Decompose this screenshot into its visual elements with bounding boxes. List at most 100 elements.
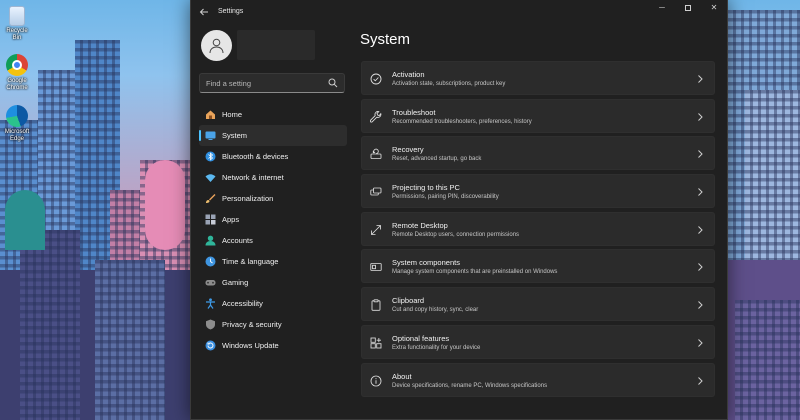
search-icon bbox=[328, 78, 338, 88]
sidebar-item-accounts[interactable]: Accounts bbox=[199, 230, 347, 251]
projector-icon bbox=[370, 187, 382, 196]
card-subtitle: Cut and copy history, sync, clear bbox=[392, 307, 479, 314]
sidebar-item-gaming[interactable]: Gaming bbox=[199, 272, 347, 293]
gamepad-icon bbox=[205, 280, 216, 286]
monitor-icon bbox=[205, 131, 216, 140]
desktop-icon-chrome[interactable]: Google Chrome bbox=[2, 54, 32, 92]
optional-features-icon bbox=[370, 337, 382, 349]
chevron-right-icon bbox=[698, 112, 703, 121]
sidebar-item-label: System bbox=[222, 131, 248, 140]
card-title: About bbox=[392, 371, 412, 381]
sidebar-item-privacy-security[interactable]: Privacy & security bbox=[199, 314, 347, 335]
shield-icon bbox=[206, 319, 215, 330]
sidebar-item-label: Time & language bbox=[222, 257, 279, 266]
sidebar-item-accessibility[interactable]: Accessibility bbox=[199, 293, 347, 314]
card-about[interactable]: About Device specifications, rename PC, … bbox=[361, 362, 715, 397]
sidebar-item-label: Home bbox=[222, 110, 243, 119]
clipboard-icon bbox=[371, 299, 381, 311]
chrome-icon bbox=[6, 54, 28, 76]
card-title: Recovery bbox=[392, 145, 424, 155]
card-remote-desktop[interactable]: Remote Desktop Remote Desktop users, con… bbox=[361, 211, 715, 246]
back-arrow-icon bbox=[199, 8, 208, 16]
chevron-right-icon bbox=[698, 188, 703, 196]
card-clipboard[interactable]: Clipboard Cut and copy history, sync, cl… bbox=[361, 287, 715, 322]
title-bar[interactable]: Settings ─ ✕ bbox=[191, 0, 727, 27]
desktop-icon-label: Microsoft Edge bbox=[4, 129, 30, 142]
desktop-icon-label: Recycle Bin bbox=[6, 28, 28, 41]
edge-icon bbox=[6, 105, 28, 127]
desktop-icon-recycle-bin[interactable]: Recycle Bin bbox=[2, 6, 32, 42]
bluetooth-icon bbox=[205, 151, 216, 162]
maximize-icon bbox=[685, 4, 691, 11]
recovery-icon bbox=[370, 149, 382, 160]
page-title: System bbox=[360, 31, 411, 48]
card-subtitle: Device specifications, rename PC, Window… bbox=[392, 382, 548, 389]
sidebar-item-personalization[interactable]: Personalization bbox=[199, 188, 347, 209]
card-subtitle: Activation state, subscriptions, product… bbox=[392, 81, 506, 87]
sidebar-item-label: Privacy & security bbox=[222, 320, 282, 329]
chevron-right-icon bbox=[698, 75, 703, 83]
wrench-icon bbox=[370, 110, 382, 123]
card-subtitle: Permissions, pairing PIN, discoverabilit… bbox=[392, 194, 499, 201]
maximize-button[interactable] bbox=[675, 0, 701, 18]
chevron-right-icon bbox=[698, 150, 703, 159]
settings-window: Settings ─ ✕ Find a setting Home System bbox=[190, 0, 728, 420]
search-placeholder: Find a setting bbox=[206, 79, 252, 88]
card-system-components[interactable]: System components Manage system componen… bbox=[361, 249, 715, 284]
sidebar-item-label: Accessibility bbox=[222, 299, 263, 308]
desktop-icon-label: Google Chrome bbox=[6, 78, 28, 91]
sidebar-item-apps[interactable]: Apps bbox=[199, 209, 347, 230]
search-input[interactable]: Find a setting bbox=[199, 73, 345, 93]
chevron-right-icon bbox=[698, 301, 703, 309]
card-title: System components bbox=[392, 258, 460, 268]
user-name-redacted bbox=[237, 30, 315, 60]
remote-desktop-icon bbox=[371, 224, 381, 235]
sidebar-item-windows-update[interactable]: Windows Update bbox=[199, 335, 347, 356]
card-activation[interactable]: Activation Activation state, subscriptio… bbox=[361, 61, 715, 95]
chevron-right-icon bbox=[698, 338, 703, 347]
person-avatar-icon bbox=[209, 38, 224, 54]
card-subtitle: Reset, advanced startup, go back bbox=[392, 156, 482, 163]
close-button[interactable]: ✕ bbox=[701, 0, 727, 18]
components-icon bbox=[370, 263, 382, 272]
sidebar-item-label: Apps bbox=[222, 215, 240, 224]
card-subtitle: Remote Desktop users, connection permiss… bbox=[392, 231, 520, 238]
card-troubleshoot[interactable]: Troubleshoot Recommended troubleshooters… bbox=[361, 98, 715, 133]
sidebar-item-label: Personalization bbox=[222, 194, 274, 203]
card-title: Troubleshoot bbox=[392, 107, 436, 117]
card-recovery[interactable]: Recovery Reset, advanced startup, go bac… bbox=[361, 136, 715, 171]
sidebar-item-label: Gaming bbox=[222, 278, 249, 287]
sidebar-item-system[interactable]: System bbox=[199, 125, 347, 146]
person-icon bbox=[205, 235, 216, 246]
sidebar-item-label: Accounts bbox=[222, 236, 253, 245]
wifi-icon bbox=[205, 174, 216, 182]
window-title: Settings bbox=[218, 8, 244, 15]
check-circle-icon bbox=[370, 73, 382, 85]
desktop-icon-edge[interactable]: Microsoft Edge bbox=[2, 105, 32, 143]
sidebar-item-time-language[interactable]: Time & language bbox=[199, 251, 347, 272]
card-subtitle: Recommended troubleshooters, preferences… bbox=[392, 118, 532, 125]
chevron-right-icon bbox=[698, 225, 703, 234]
avatar[interactable] bbox=[201, 30, 232, 61]
card-title: Projecting to this PC bbox=[392, 183, 460, 193]
sidebar-item-bluetooth[interactable]: Bluetooth & devices bbox=[199, 146, 347, 167]
card-title: Remote Desktop bbox=[392, 220, 448, 230]
card-optional-features[interactable]: Optional features Extra functionality fo… bbox=[361, 324, 715, 359]
apps-icon bbox=[205, 214, 216, 225]
sidebar-item-label: Windows Update bbox=[222, 341, 279, 350]
chevron-right-icon bbox=[698, 376, 703, 385]
back-button[interactable] bbox=[198, 7, 210, 19]
sidebar-item-network[interactable]: Network & internet bbox=[199, 167, 347, 188]
minimize-button[interactable]: ─ bbox=[649, 0, 675, 18]
sidebar-item-label: Bluetooth & devices bbox=[222, 152, 289, 161]
card-title: Activation bbox=[392, 70, 425, 79]
globe-clock-icon bbox=[205, 256, 216, 267]
card-title: Optional features bbox=[392, 333, 450, 343]
sidebar-item-home[interactable]: Home bbox=[199, 104, 347, 125]
sidebar-item-label: Network & internet bbox=[222, 173, 284, 182]
settings-list: Activation Activation state, subscriptio… bbox=[361, 61, 715, 400]
chevron-right-icon bbox=[698, 263, 703, 272]
sidebar-nav: Home System Bluetooth & devices Network … bbox=[199, 104, 347, 356]
accessibility-icon bbox=[206, 298, 215, 309]
card-projecting[interactable]: Projecting to this PC Permissions, pairi… bbox=[361, 174, 715, 209]
